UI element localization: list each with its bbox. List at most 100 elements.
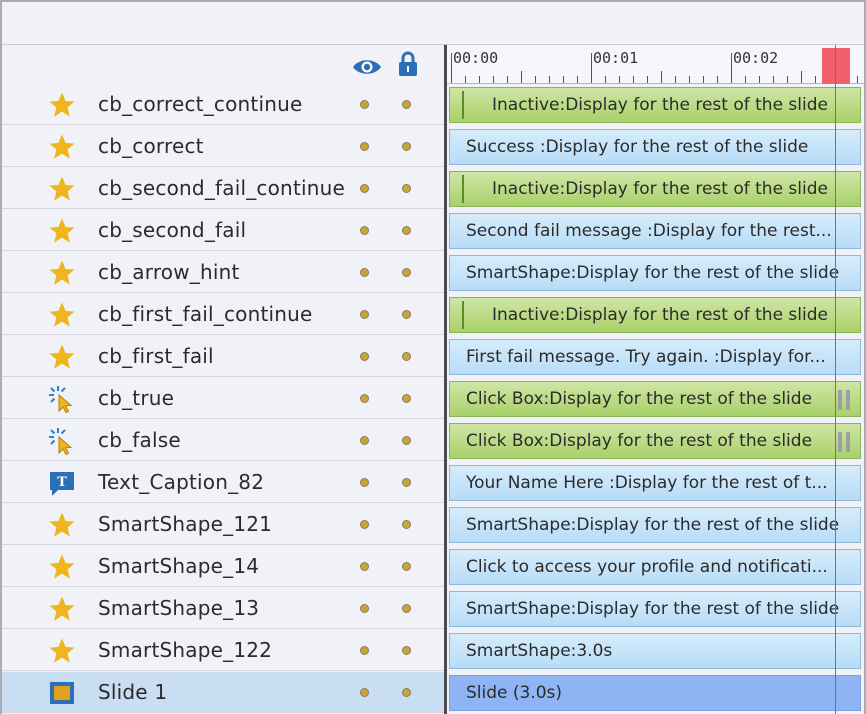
timeline-bar[interactable]: First fail message. Try again. :Display … xyxy=(449,339,861,375)
pause-icon[interactable] xyxy=(838,390,852,410)
layer-name: Text_Caption_82 xyxy=(98,470,265,494)
time-ruler[interactable]: 00:00 00:01 00:02 xyxy=(447,45,864,84)
ruler-tick xyxy=(857,76,858,83)
layer-name: cb_arrow_hint xyxy=(98,260,240,284)
layer-row[interactable]: cb_true xyxy=(2,378,444,419)
star-icon xyxy=(48,259,76,287)
ruler-tick xyxy=(591,53,592,83)
visibility-toggle[interactable] xyxy=(360,226,369,235)
ruler-tick xyxy=(689,76,690,83)
timeline-bar[interactable]: Your Name Here :Display for the rest of … xyxy=(449,465,861,501)
visibility-toggle[interactable] xyxy=(360,688,369,697)
ruler-tick xyxy=(675,76,676,83)
visibility-toggle[interactable] xyxy=(360,520,369,529)
visibility-toggle[interactable] xyxy=(360,646,369,655)
timeline-bar[interactable]: SmartShape:Display for the rest of the s… xyxy=(449,507,861,543)
layer-row[interactable]: cb_second_fail xyxy=(2,210,444,251)
lock-toggle[interactable] xyxy=(402,226,411,235)
lock-toggle[interactable] xyxy=(402,100,411,109)
layer-row[interactable]: cb_arrow_hint xyxy=(2,252,444,293)
eye-icon[interactable] xyxy=(352,57,382,77)
timeline-bar[interactable]: SmartShape:Display for the rest of the s… xyxy=(449,591,861,627)
visibility-toggle[interactable] xyxy=(360,604,369,613)
visibility-toggle[interactable] xyxy=(360,184,369,193)
ruler-tick xyxy=(773,76,774,83)
layer-row[interactable]: SmartShape_13 xyxy=(2,588,444,629)
timeline-bar[interactable]: Success :Display for the rest of the sli… xyxy=(449,129,861,165)
lock-toggle[interactable] xyxy=(402,352,411,361)
timeline-bar-label: SmartShape:Display for the rest of the s… xyxy=(466,599,840,619)
lock-toggle[interactable] xyxy=(402,310,411,319)
svg-text:T: T xyxy=(57,475,67,490)
timeline-bar[interactable]: SmartShape:Display for the rest of the s… xyxy=(449,255,861,291)
layer-row[interactable]: cb_correct xyxy=(2,126,444,167)
layer-row[interactable]: SmartShape_122 xyxy=(2,630,444,671)
timeline-bar[interactable]: SmartShape:3.0s xyxy=(449,633,861,669)
timeline-bar[interactable]: Second fail message :Display for the res… xyxy=(449,213,861,249)
timeline-bar[interactable]: Click Box:Display for the rest of the sl… xyxy=(449,381,861,417)
timeline-bar[interactable]: Slide (3.0s) xyxy=(449,675,861,711)
layer-row[interactable]: cb_false xyxy=(2,420,444,461)
lock-toggle[interactable] xyxy=(402,688,411,697)
layer-row[interactable]: SmartShape_121 xyxy=(2,504,444,545)
start-marker xyxy=(462,301,464,329)
ruler-tick xyxy=(619,76,620,83)
ruler-tick xyxy=(633,76,634,83)
timeline-bar[interactable]: Click Box:Display for the rest of the sl… xyxy=(449,423,861,459)
timeline-bar-label: SmartShape:3.0s xyxy=(466,641,613,661)
timeline-area: 00:00 00:01 00:02 Inactive:Display for t… xyxy=(447,45,864,714)
star-icon xyxy=(48,217,76,245)
lock-toggle[interactable] xyxy=(402,520,411,529)
visibility-toggle[interactable] xyxy=(360,310,369,319)
timeline-bar-label: Inactive:Display for the rest of the sli… xyxy=(492,95,828,115)
pause-icon[interactable] xyxy=(838,432,852,452)
layer-name: cb_true xyxy=(98,386,175,410)
lock-icon[interactable] xyxy=(398,51,418,77)
click-box-icon xyxy=(48,385,76,414)
panel-toolbar xyxy=(2,2,864,45)
timeline-bar[interactable]: Click to access your profile and notific… xyxy=(449,549,861,585)
lock-toggle[interactable] xyxy=(402,436,411,445)
visibility-toggle[interactable] xyxy=(360,100,369,109)
timeline-bar[interactable]: Inactive:Display for the rest of the sli… xyxy=(449,171,861,207)
layer-row[interactable]: T Text_Caption_82 xyxy=(2,462,444,503)
layer-row[interactable]: cb_correct_continue xyxy=(2,84,444,125)
layer-row[interactable]: cb_first_fail xyxy=(2,336,444,377)
timeline-bar[interactable]: Inactive:Display for the rest of the sli… xyxy=(449,87,861,123)
visibility-toggle[interactable] xyxy=(360,394,369,403)
playhead-line[interactable] xyxy=(835,45,836,714)
layer-name: Slide 1 xyxy=(98,680,168,704)
lock-toggle[interactable] xyxy=(402,268,411,277)
visibility-toggle[interactable] xyxy=(360,562,369,571)
star-icon xyxy=(48,595,76,623)
lock-toggle[interactable] xyxy=(402,478,411,487)
lock-toggle[interactable] xyxy=(402,646,411,655)
visibility-toggle[interactable] xyxy=(360,352,369,361)
layer-row[interactable]: SmartShape_14 xyxy=(2,546,444,587)
ruler-tick xyxy=(703,76,704,83)
ruler-tick xyxy=(479,76,480,83)
layer-name: cb_second_fail xyxy=(98,218,247,242)
layer-name: cb_correct_continue xyxy=(98,92,303,116)
layer-name: cb_correct xyxy=(98,134,204,158)
timeline-bar-label: Slide (3.0s) xyxy=(466,683,563,703)
visibility-toggle[interactable] xyxy=(360,478,369,487)
layer-name: cb_second_fail_continue xyxy=(98,176,345,200)
layer-row[interactable]: cb_second_fail_continue xyxy=(2,168,444,209)
lock-toggle[interactable] xyxy=(402,604,411,613)
ruler-tick xyxy=(759,76,760,83)
lock-toggle[interactable] xyxy=(402,562,411,571)
layer-row[interactable]: cb_first_fail_continue xyxy=(2,294,444,335)
timeline-bar[interactable]: Inactive:Display for the rest of the sli… xyxy=(449,297,861,333)
visibility-toggle[interactable] xyxy=(360,268,369,277)
lock-toggle[interactable] xyxy=(402,394,411,403)
layer-row[interactable]: Slide 1 xyxy=(2,672,444,713)
visibility-toggle[interactable] xyxy=(360,142,369,151)
layer-name: SmartShape_13 xyxy=(98,596,260,620)
playhead-handle[interactable] xyxy=(822,48,850,84)
lock-toggle[interactable] xyxy=(402,184,411,193)
visibility-toggle[interactable] xyxy=(360,436,369,445)
lock-toggle[interactable] xyxy=(402,142,411,151)
ruler-tick xyxy=(801,71,802,83)
timeline-bar-label: SmartShape:Display for the rest of the s… xyxy=(466,263,840,283)
